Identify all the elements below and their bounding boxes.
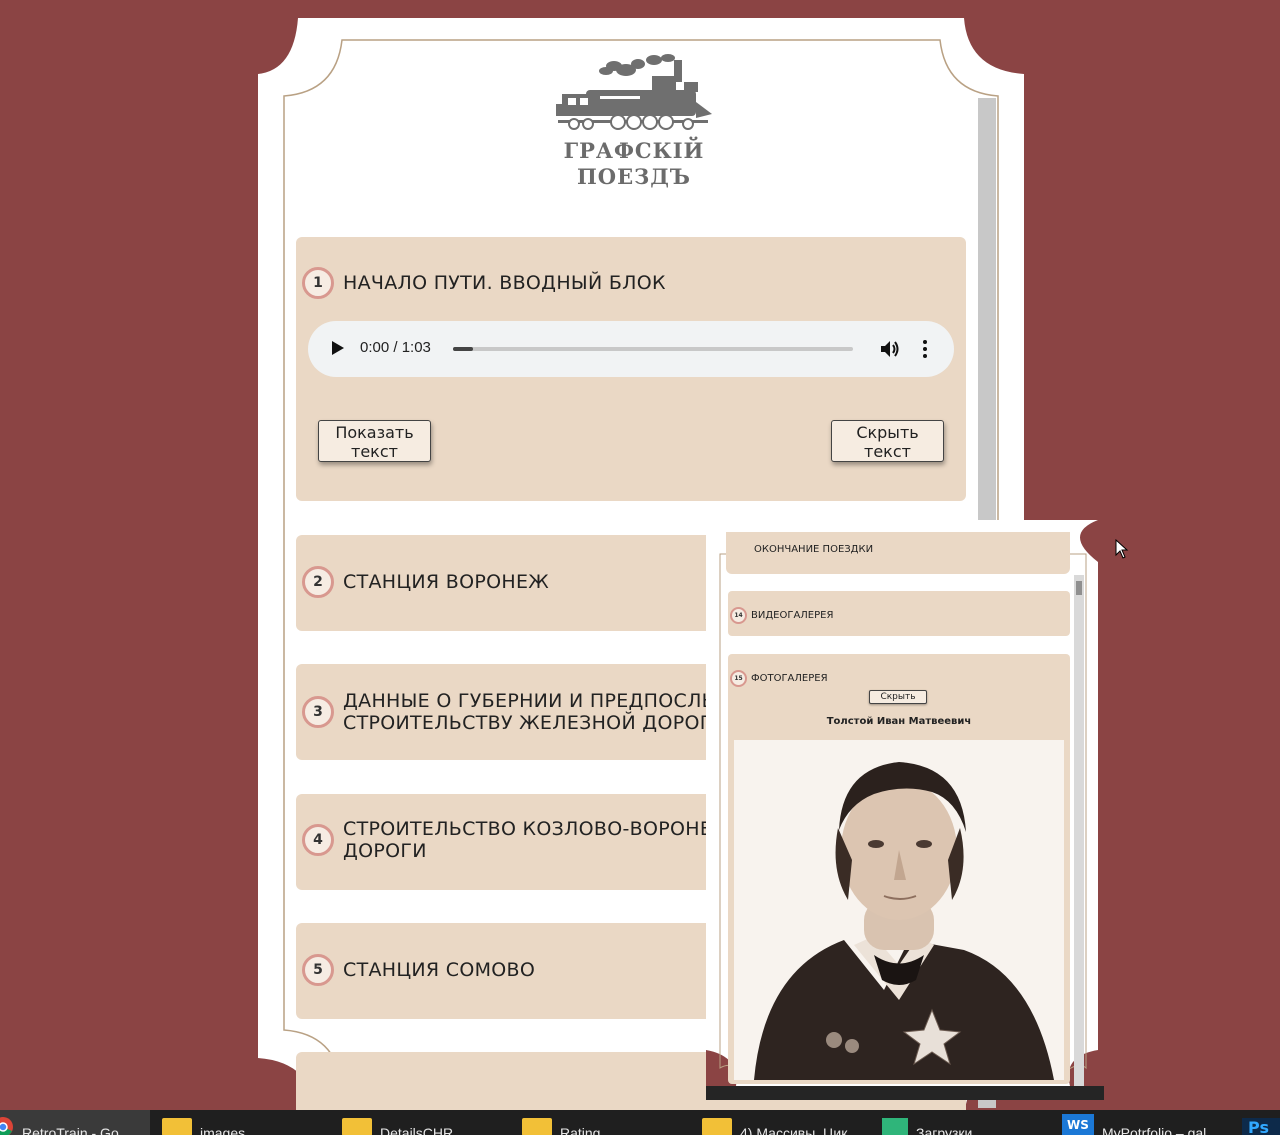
section-title-line-2: СТРОИТЕЛЬСТВУ ЖЕЛЕЗНОЙ ДОРОГ xyxy=(343,712,712,734)
section-header-1[interactable]: 1 НАЧАЛО ПУТИ. ВВОДНЫЙ БЛОК xyxy=(302,267,666,299)
section-number-badge: 4 xyxy=(302,824,334,856)
section-header-5[interactable]: 5 СТАНЦИЯ СОМОВО xyxy=(302,954,535,986)
downloads-icon xyxy=(882,1118,908,1135)
taskbar-label: images xyxy=(200,1125,246,1135)
section-title: СТАНЦИЯ СОМОВО xyxy=(343,959,536,981)
preview-taskbar xyxy=(706,1086,1104,1100)
locomotive-icon xyxy=(556,54,712,130)
logo-line-1: ГРАФСКIЙ xyxy=(563,138,705,163)
section-title: НАЧАЛО ПУТИ. ВВОДНЫЙ БЛОК xyxy=(343,272,666,294)
section-number-badge: 2 xyxy=(302,566,334,598)
taskbar-label: MyPotrfolio – gal xyxy=(1102,1125,1207,1135)
mouse-cursor-icon xyxy=(1115,539,1129,559)
folder-icon xyxy=(702,1118,732,1135)
photo-caption: Толстой Иван Матвеевич xyxy=(826,716,972,727)
taskbar: RetroTrain - Go images DetailsCHR Rating… xyxy=(0,1110,1280,1135)
preview-scrollbar[interactable] xyxy=(1074,575,1084,1100)
chrome-icon xyxy=(0,1117,13,1135)
preview-hide-button[interactable]: Скрыть xyxy=(869,690,927,704)
preview-header-15[interactable]: 15 ФОТОГАЛЕРЕЯ xyxy=(730,670,828,687)
logo-line-2: ПОЕЗДЪ xyxy=(576,164,692,189)
section-number-badge: 14 xyxy=(730,607,747,624)
section-title: СТРОИТЕЛЬСТВО КОЗЛОВО-ВОРОНЕ ДОРОГИ xyxy=(343,818,712,862)
section-title: СТАНЦИЯ ВОРОНЕЖ xyxy=(343,571,550,593)
taskbar-item-chrome[interactable]: RetroTrain - Go xyxy=(0,1110,150,1135)
taskbar-item-downloads[interactable]: Загрузки xyxy=(882,1110,972,1135)
taskbar-item-arrays[interactable]: 4) Массивы. Цик xyxy=(702,1110,847,1135)
preview-end-title: ОКОНЧАНИЕ ПОЕЗДКИ xyxy=(754,544,874,555)
webstorm-icon: WS xyxy=(1062,1114,1094,1135)
volume-icon[interactable] xyxy=(878,337,902,361)
play-icon[interactable] xyxy=(332,341,344,355)
folder-icon xyxy=(162,1118,192,1135)
portrait-photo xyxy=(734,740,1064,1080)
section-block-1: 1 НАЧАЛО ПУТИ. ВВОДНЫЙ БЛОК 0:00 / 1:03 … xyxy=(296,237,966,501)
preview-end-block[interactable]: ОКОНЧАНИЕ ПОЕЗДКИ xyxy=(726,532,1070,574)
audio-progress-track[interactable] xyxy=(453,347,853,351)
folder-icon xyxy=(342,1118,372,1135)
logo-title: ГРАФСКIЙ ПОЕЗДЪ xyxy=(554,138,714,190)
section-number-badge: 15 xyxy=(730,670,747,687)
section-header-4[interactable]: 4 СТРОИТЕЛЬСТВО КОЗЛОВО-ВОРОНЕ ДОРОГИ xyxy=(302,818,712,862)
show-text-button[interactable]: Показать текст xyxy=(318,420,431,462)
section-title-line-1: ДАННЫЕ О ГУБЕРНИИ И ПРЕДПОСЛЬ xyxy=(343,690,716,712)
audio-player: 0:00 / 1:03 xyxy=(308,321,954,377)
audio-progress-fill xyxy=(453,347,473,351)
logo: ГРАФСКIЙ ПОЕЗДЪ xyxy=(554,52,714,212)
taskbar-label: 4) Массивы. Цик xyxy=(740,1125,848,1135)
section-title-line-1: СТРОИТЕЛЬСТВО КОЗЛОВО-ВОРОНЕ xyxy=(343,818,713,840)
section-number-badge: 3 xyxy=(302,696,334,728)
section-title-line-2: ДОРОГИ xyxy=(343,840,427,862)
section-header-2[interactable]: 2 СТАНЦИЯ ВОРОНЕЖ xyxy=(302,566,549,598)
preview-block-14[interactable]: 14 ВИДЕОГАЛЕРЕЯ xyxy=(728,591,1070,636)
taskbar-item-rating[interactable]: Rating xyxy=(522,1110,600,1135)
preview-window: ОКОНЧАНИЕ ПОЕЗДКИ 14 ВИДЕОГАЛЕРЕЯ 15 ФОТ… xyxy=(706,520,1104,1100)
taskbar-label: DetailsCHR xyxy=(380,1125,454,1135)
photoshop-icon: Ps xyxy=(1242,1118,1280,1135)
section-number-badge: 1 xyxy=(302,267,334,299)
taskbar-item-webstorm[interactable]: WS MyPotrfolio – gal xyxy=(1062,1110,1206,1135)
preview-header-14[interactable]: 14 ВИДЕОГАЛЕРЕЯ xyxy=(730,607,833,624)
portrait-image xyxy=(734,740,1064,1080)
hide-text-button[interactable]: Скрыть текст xyxy=(831,420,944,462)
preview-title: ФОТОГАЛЕРЕЯ xyxy=(751,673,828,684)
taskbar-label: Загрузки xyxy=(916,1125,973,1135)
preview-title: ВИДЕОГАЛЕРЕЯ xyxy=(751,610,834,621)
taskbar-item-photoshop[interactable]: Ps xyxy=(1242,1110,1280,1135)
section-number-badge: 5 xyxy=(302,954,334,986)
folder-icon xyxy=(522,1118,552,1135)
taskbar-item-detailschr[interactable]: DetailsCHR xyxy=(342,1110,453,1135)
audio-time: 0:00 / 1:03 xyxy=(360,339,431,356)
taskbar-label: Rating xyxy=(560,1125,601,1135)
more-options-icon[interactable] xyxy=(920,340,930,358)
taskbar-label: RetroTrain - Go xyxy=(22,1125,119,1135)
taskbar-item-images[interactable]: images xyxy=(162,1110,245,1135)
section-header-3[interactable]: 3 ДАННЫЕ О ГУБЕРНИИ И ПРЕДПОСЛЬ СТРОИТЕЛ… xyxy=(302,690,715,734)
section-title: ДАННЫЕ О ГУБЕРНИИ И ПРЕДПОСЛЬ СТРОИТЕЛЬС… xyxy=(343,690,715,734)
